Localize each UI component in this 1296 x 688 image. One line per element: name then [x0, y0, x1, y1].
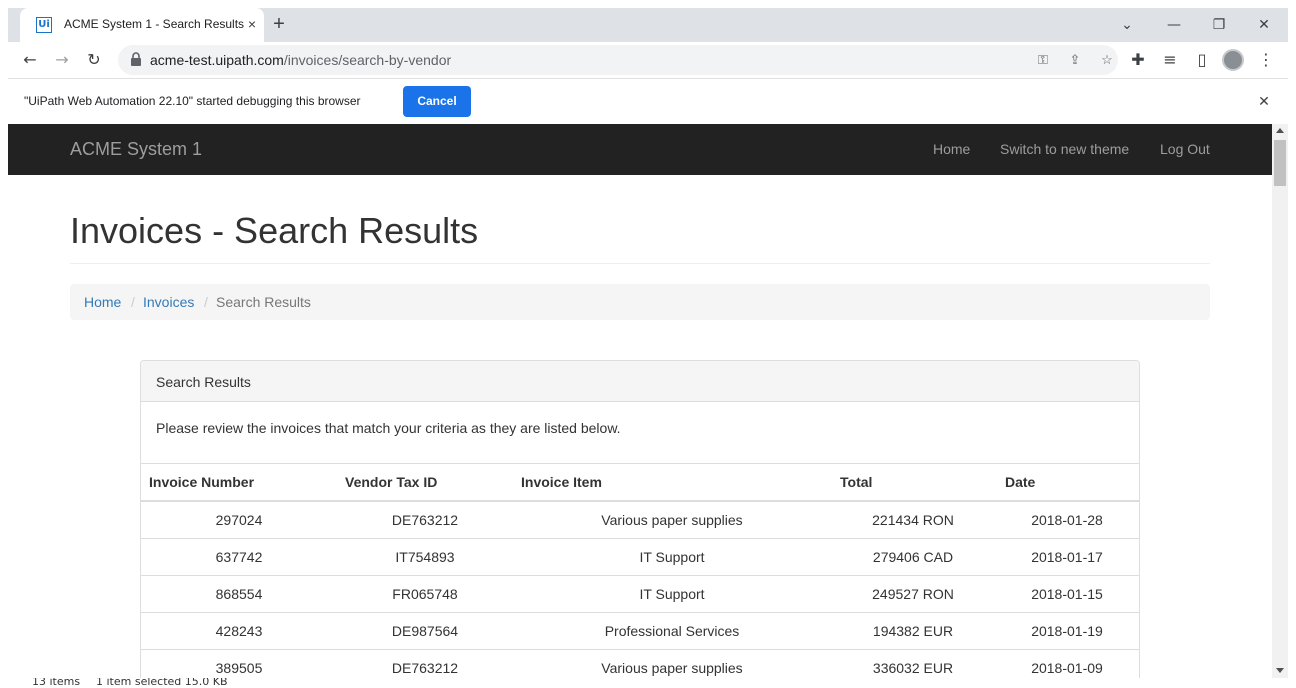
browser-toolbar: ← → ↻ acme-test.uipath.com/invoices/sear… — [8, 42, 1288, 78]
bookmark-star-icon[interactable]: ☆ — [1096, 49, 1118, 71]
debugging-message: "UiPath Web Automation 22.10" started de… — [24, 94, 361, 108]
scroll-up-arrow-icon[interactable] — [1276, 128, 1284, 133]
site-navbar: ACME System 1 Home Switch to new theme L… — [8, 124, 1272, 175]
restore-icon[interactable]: ❐ — [1206, 13, 1232, 37]
cell-vendor-tax-id: IT754893 — [395, 549, 455, 565]
breadcrumb-home-link[interactable]: Home — [84, 294, 121, 310]
table-row[interactable]: 389505 DE763212 Various paper supplies 3… — [141, 650, 1139, 678]
status-item-count: 13 items — [32, 678, 81, 688]
column-header-total: Total — [840, 474, 873, 490]
cell-vendor-tax-id: FR065748 — [392, 586, 458, 602]
extensions-icon[interactable]: ✚ — [1126, 48, 1150, 72]
column-header-invoice-number: Invoice Number — [149, 474, 255, 490]
column-header-vendor-tax-id: Vendor Tax ID — [345, 474, 438, 490]
title-divider — [70, 263, 1210, 264]
cell-total: 279406 CAD — [872, 549, 954, 565]
table-row[interactable]: 868554 FR065748 IT Support 249527 RON 20… — [141, 576, 1139, 613]
url-host: acme-test.uipath.com — [150, 52, 284, 68]
back-icon[interactable]: ← — [18, 48, 42, 72]
uipath-favicon-icon: Ui — [36, 17, 52, 33]
cell-vendor-tax-id: DE763212 — [391, 660, 459, 676]
media-control-icon[interactable]: ≡ — [1158, 48, 1182, 72]
cell-invoice-item: IT Support — [639, 549, 705, 565]
search-results-panel: Search Results Please review the invoice… — [140, 360, 1140, 678]
cell-invoice-item: Professional Services — [604, 623, 740, 639]
address-bar[interactable]: acme-test.uipath.com/invoices/search-by-… — [118, 45, 1118, 75]
debugging-infobar: "UiPath Web Automation 22.10" started de… — [8, 78, 1288, 124]
breadcrumb: Home / Invoices / Search Results — [70, 284, 1210, 320]
cell-invoice-number: 868554 — [215, 586, 263, 602]
screen: Ui ACME System 1 - Search Results × + ⌄ … — [0, 0, 1296, 688]
cell-invoice-item: Various paper supplies — [601, 512, 743, 528]
site-brand[interactable]: ACME System 1 — [70, 139, 202, 160]
profile-avatar[interactable] — [1222, 49, 1244, 71]
reload-icon[interactable]: ↻ — [82, 48, 106, 72]
cell-date: 2018-01-28 — [1031, 512, 1103, 528]
table-border — [141, 463, 1139, 464]
explorer-status-bar: 13 items 1 item selected 15.0 KB — [0, 678, 1296, 688]
breadcrumb-current: Search Results — [216, 294, 311, 310]
minimize-icon[interactable]: — — [1161, 13, 1187, 37]
cell-total: 249527 RON — [872, 586, 954, 602]
share-icon[interactable]: ⇪ — [1064, 49, 1086, 71]
cell-vendor-tax-id: DE987564 — [391, 623, 459, 639]
cell-date: 2018-01-09 — [1031, 660, 1103, 676]
column-header-invoice-item: Invoice Item — [521, 474, 602, 490]
new-tab-icon[interactable]: + — [266, 12, 292, 38]
panel-title: Search Results — [156, 374, 251, 390]
cell-invoice-number: 637742 — [215, 549, 263, 565]
forward-icon[interactable]: → — [50, 48, 74, 72]
url-text: acme-test.uipath.com/invoices/search-by-… — [150, 52, 451, 68]
page-title: Invoices - Search Results — [70, 210, 479, 251]
cell-date: 2018-01-19 — [1031, 623, 1103, 639]
scroll-thumb[interactable] — [1274, 140, 1286, 186]
cell-invoice-number: 297024 — [215, 512, 263, 528]
page-scrollbar[interactable] — [1272, 124, 1288, 678]
browser-menu-icon[interactable]: ⋮ — [1254, 48, 1278, 72]
cell-date: 2018-01-15 — [1031, 586, 1103, 602]
breadcrumb-separator: / — [131, 294, 135, 310]
tab-search-icon[interactable]: ⌄ — [1114, 13, 1140, 37]
lock-icon — [130, 52, 144, 68]
cell-invoice-item: IT Support — [639, 586, 705, 602]
cell-total: 336032 EUR — [872, 660, 954, 676]
page-viewport: ACME System 1 Home Switch to new theme L… — [8, 124, 1272, 678]
cell-total: 194382 EUR — [872, 623, 954, 639]
table-row[interactable]: 637742 IT754893 IT Support 279406 CAD 20… — [141, 539, 1139, 576]
panel-description: Please review the invoices that match yo… — [156, 420, 621, 436]
column-header-date: Date — [1005, 474, 1036, 490]
cell-total: 221434 RON — [872, 512, 954, 528]
cell-vendor-tax-id: DE763212 — [391, 512, 459, 528]
side-panel-icon[interactable]: ▯ — [1190, 48, 1214, 72]
scroll-down-arrow-icon[interactable] — [1276, 668, 1284, 673]
cancel-debugging-button[interactable]: Cancel — [403, 86, 471, 117]
cell-invoice-number: 428243 — [215, 623, 263, 639]
nav-logout-link[interactable]: Log Out — [1160, 141, 1210, 157]
tab-close-icon[interactable]: × — [242, 14, 262, 34]
nav-home-link[interactable]: Home — [933, 141, 970, 157]
tab-title: ACME System 1 - Search Results — [64, 17, 245, 31]
breadcrumb-invoices-link[interactable]: Invoices — [143, 294, 194, 310]
status-selection: 1 item selected 15.0 KB — [96, 678, 228, 688]
table-row[interactable]: 428243 DE987564 Professional Services 19… — [141, 613, 1139, 650]
url-path: /invoices/search-by-vendor — [283, 52, 452, 68]
cell-date: 2018-01-17 — [1031, 549, 1103, 565]
table-row[interactable]: 297024 DE763212 Various paper supplies 2… — [141, 502, 1139, 539]
cell-invoice-number: 389505 — [215, 660, 263, 676]
browser-tab[interactable]: Ui ACME System 1 - Search Results × — [20, 8, 264, 42]
infobar-close-icon[interactable]: ✕ — [1254, 91, 1274, 111]
password-key-icon[interactable]: ⚿ — [1032, 49, 1054, 71]
breadcrumb-separator: / — [204, 294, 208, 310]
tab-strip: Ui ACME System 1 - Search Results × + ⌄ … — [8, 8, 1288, 42]
window-close-icon[interactable]: ✕ — [1251, 13, 1277, 37]
panel-heading: Search Results — [141, 361, 1139, 402]
nav-switch-theme-link[interactable]: Switch to new theme — [1000, 141, 1129, 157]
cell-invoice-item: Various paper supplies — [601, 660, 743, 676]
